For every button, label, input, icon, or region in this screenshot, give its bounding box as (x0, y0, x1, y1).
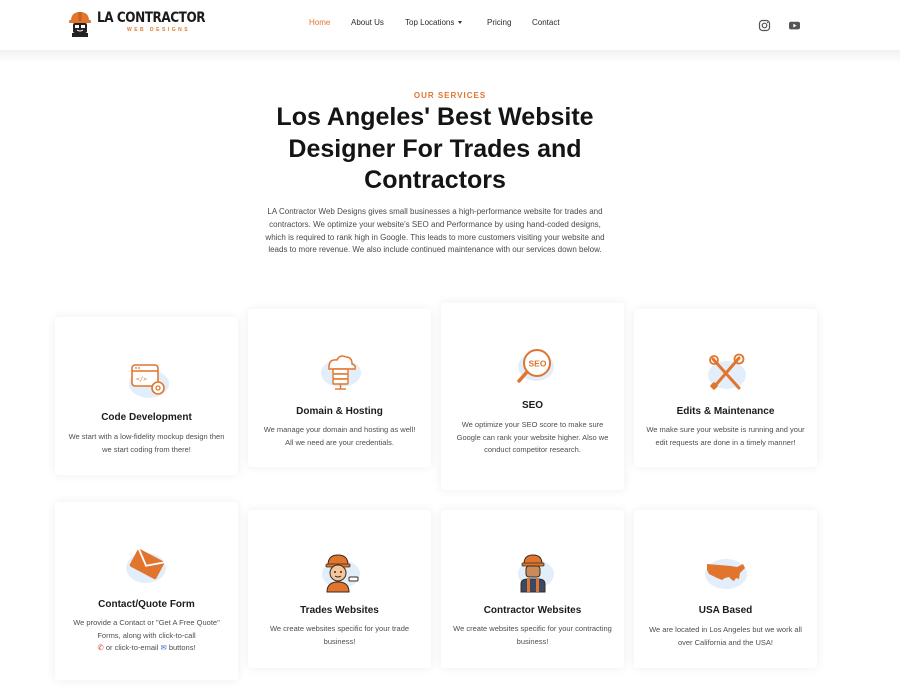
header-shadow (0, 50, 900, 64)
cloud-server-icon (320, 355, 361, 390)
service-description: We create websites specific for your con… (453, 624, 612, 646)
nav-contact[interactable]: Contact (532, 18, 560, 27)
service-title: Contact/Quote Form (98, 599, 195, 610)
service-description-text: or click-to-email (105, 643, 159, 653)
instagram-icon[interactable] (758, 19, 771, 32)
envelope-icon (125, 547, 166, 583)
email-icon: ✉ (160, 643, 167, 653)
youtube-icon[interactable] (788, 19, 801, 32)
chevron-down-icon (458, 21, 463, 25)
nav-pricing[interactable]: Pricing (487, 18, 511, 27)
service-card-domain-hosting: Domain & Hosting We manage your domain a… (248, 309, 431, 467)
usa-map-icon (704, 559, 747, 589)
service-description: We start with a low-fidelity mockup desi… (68, 432, 225, 454)
brand-logo[interactable]: LA CONTRACTOR WEB DESIGNS (68, 10, 223, 38)
service-title: Code Development (101, 412, 192, 423)
code-gear-icon: </> (128, 364, 169, 398)
svg-text:SEO: SEO (528, 359, 546, 369)
service-title: Edits & Maintenance (676, 406, 775, 417)
service-description: We are located in Los Angeles but we wor… (649, 625, 802, 647)
service-title: Trades Websites (300, 605, 379, 616)
page-title: Los Angeles' Best Website Designer For T… (276, 103, 594, 194)
nav-about-us[interactable]: About Us (351, 18, 384, 27)
service-description: We provide a Contact or "Get A Free Quot… (67, 617, 226, 655)
wrench-screwdriver-icon (707, 353, 746, 390)
service-card-usa-based: USA Based We are located in Los Angeles … (634, 510, 817, 668)
service-title: Contractor Websites (483, 605, 582, 616)
phone-icon: ✆ (97, 643, 104, 653)
section-eyebrow: OUR SERVICES (413, 91, 487, 100)
service-title: USA Based (698, 605, 753, 616)
service-description: We create websites specific for your tra… (269, 624, 410, 646)
contractor-worker-icon (517, 554, 554, 593)
seo-magnifier-icon: SEO (516, 349, 554, 383)
brand-name: LA CONTRACTOR (97, 10, 206, 26)
service-card-contractor-websites: Contractor Websites We create websites s… (441, 510, 624, 668)
service-title: SEO (521, 400, 544, 411)
service-description-text: buttons! (168, 643, 196, 653)
service-title: Domain & Hosting (296, 406, 383, 417)
service-card-code-development: </> Code Development We start with a low… (55, 317, 238, 475)
nav-top-locations[interactable]: Top Locations (405, 18, 463, 27)
intro-paragraph: LA Contractor Web Designs gives small bu… (265, 207, 605, 255)
service-description: We make sure your website is running and… (646, 425, 805, 447)
hardhat-logo-icon (69, 12, 91, 37)
service-description-text: We provide a Contact or "Get A Free Quot… (73, 618, 220, 640)
site-header: LA CONTRACTOR WEB DESIGNS Home About Us … (0, 0, 900, 50)
service-card-trades-websites: Trades Websites We create websites speci… (248, 510, 431, 668)
nav-home[interactable]: Home (309, 18, 330, 27)
service-description: We manage your domain and hosting as wel… (263, 425, 416, 447)
service-description: We optimize your SEO score to make sure … (456, 420, 609, 455)
service-card-contact-quote-form: Contact/Quote Form We provide a Contact … (55, 502, 238, 680)
service-card-edits-maintenance: Edits & Maintenance We make sure your we… (634, 309, 817, 467)
tradesman-icon (321, 554, 360, 593)
service-card-seo: SEO SEO We optimize your SEO score to ma… (441, 303, 624, 490)
nav-top-locations-label: Top Locations (405, 18, 455, 27)
brand-tagline: WEB DESIGNS (127, 27, 191, 33)
svg-text:</>: </> (136, 376, 147, 383)
